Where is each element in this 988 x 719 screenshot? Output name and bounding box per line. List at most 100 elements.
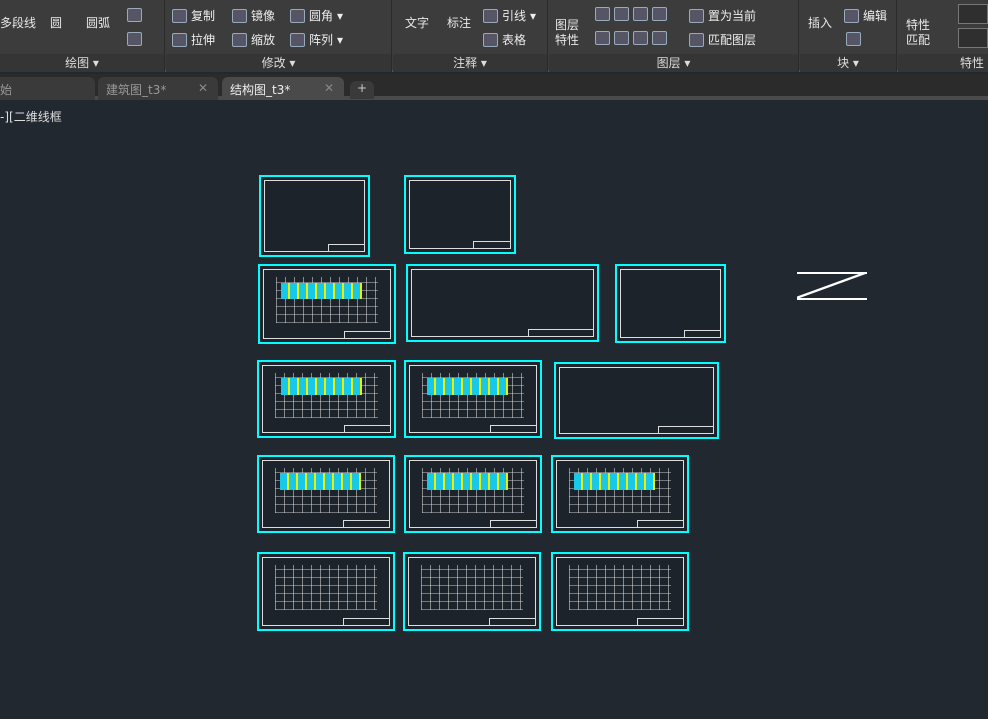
tab-structure[interactable]: 结构图_t3* ✕ (222, 77, 344, 100)
drawing-detail (797, 272, 867, 300)
annotation-panel-title[interactable]: 注释 ▾ (393, 54, 547, 72)
properties-panel-title[interactable]: 特性 (898, 54, 988, 72)
layers-panel: 图层 特性 置为当前 匹配图层 图层 ▾ (549, 0, 799, 72)
title-block (637, 520, 684, 528)
layer-off-icon[interactable] (595, 7, 610, 21)
title-block (344, 331, 391, 339)
title-block (343, 618, 390, 626)
close-icon[interactable]: ✕ (198, 81, 208, 95)
title-block (327, 244, 365, 252)
drawing-sheet[interactable] (404, 175, 516, 254)
table-button[interactable]: 表格 (483, 31, 526, 48)
text-button[interactable]: 文字 (405, 16, 429, 31)
layer-isolate-icon[interactable] (614, 7, 629, 21)
drawing-sheet[interactable] (551, 455, 689, 533)
match-properties-button[interactable]: 特性 匹配 (906, 18, 930, 48)
document-tabs: 始 建筑图_t3* ✕ 结构图_t3* ✕ + (0, 74, 988, 100)
stretch-icon (172, 32, 187, 47)
linetype-dropdown[interactable] (958, 28, 988, 48)
grid-plan (569, 565, 671, 611)
match-layer-button[interactable]: 匹配图层 (689, 31, 756, 48)
sheet-frame (411, 269, 594, 337)
draw-panel: 多段线 圆 圆弧 绘图 ▾ (0, 0, 165, 72)
mirror-icon (232, 8, 247, 23)
layer-current-icon (689, 8, 704, 23)
leader-icon (483, 8, 498, 23)
mirror-button[interactable]: 镜像 (232, 7, 275, 24)
drawing-sheet[interactable] (554, 362, 719, 439)
close-icon[interactable]: ✕ (324, 81, 334, 95)
block-panel-title[interactable]: 块 ▾ (800, 54, 896, 72)
drawing-sheet[interactable] (404, 455, 542, 533)
drawing-sheet[interactable] (258, 264, 396, 344)
dimension-button[interactable]: 标注 (447, 16, 471, 31)
title-block (490, 520, 537, 528)
array-button[interactable]: 阵列 ▾ (290, 31, 343, 48)
drawing-sheet[interactable] (259, 175, 370, 257)
layer-tools-row1 (595, 7, 667, 21)
sheet-frame (264, 180, 365, 252)
layer-tools-row2 (595, 31, 667, 45)
structural-members (280, 378, 362, 395)
title-block (527, 329, 594, 337)
layer-on-icon[interactable] (595, 31, 610, 45)
title-block (489, 618, 536, 626)
edit-block-button[interactable]: 编辑 (844, 7, 887, 24)
drawing-sheet[interactable] (404, 360, 542, 438)
title-block (343, 425, 391, 433)
lineweight-dropdown[interactable] (958, 4, 988, 24)
table-icon (483, 32, 498, 47)
drawing-sheet[interactable] (403, 552, 541, 631)
viewport-label[interactable]: -][二维线框 (0, 108, 62, 125)
grid-plan (421, 565, 523, 611)
arc-button[interactable]: 圆弧 (86, 16, 110, 31)
drawing-sheet[interactable] (257, 552, 395, 631)
polyline-button[interactable]: 多段线 (0, 16, 36, 31)
title-block (657, 426, 714, 434)
layer-properties-button[interactable]: 图层 特性 (555, 18, 579, 48)
match-layer-icon (689, 32, 704, 47)
properties-panel: 特性 匹配 特性 (898, 0, 988, 72)
stretch-button[interactable]: 拉伸 (172, 31, 215, 48)
drawing-sheet[interactable] (257, 360, 396, 438)
layer-lock-icon[interactable] (652, 7, 667, 21)
circle-button[interactable]: 圆 (50, 16, 62, 31)
fillet-button[interactable]: 圆角 ▾ (290, 7, 343, 24)
tab-start[interactable]: 始 (0, 77, 95, 100)
draw-panel-title[interactable]: 绘图 ▾ (0, 54, 164, 72)
structural-members (280, 473, 361, 490)
modify-panel: 复制 镜像 圆角 ▾ 拉伸 缩放 阵列 ▾ 修改 ▾ (166, 0, 392, 72)
block-attribute-icon[interactable] (846, 32, 861, 46)
leader-button[interactable]: 引线 ▾ (483, 7, 536, 24)
layer-freeze-icon[interactable] (633, 7, 648, 21)
sheet-frame (409, 180, 511, 249)
layer-unlock-icon[interactable] (652, 31, 667, 45)
structural-members (427, 473, 508, 490)
draw-tool-icon[interactable] (127, 8, 142, 22)
layer-unisolate-icon[interactable] (614, 31, 629, 45)
structural-members (427, 378, 508, 395)
drawing-sheet[interactable] (257, 455, 395, 533)
insert-button[interactable]: 插入 (808, 16, 832, 31)
block-panel: 插入 编辑 块 ▾ (800, 0, 897, 72)
sheet-frame (559, 367, 714, 434)
tab-architecture[interactable]: 建筑图_t3* ✕ (98, 77, 218, 100)
drawing-sheet[interactable] (615, 264, 726, 343)
layer-thaw-icon[interactable] (633, 31, 648, 45)
drawing-sheet[interactable] (406, 264, 599, 342)
layers-panel-title[interactable]: 图层 ▾ (549, 54, 798, 72)
scale-icon (232, 32, 247, 47)
annotation-panel: 文字 标注 引线 ▾ 表格 注释 ▾ (393, 0, 548, 72)
new-tab-button[interactable]: + (350, 81, 374, 99)
scale-button[interactable]: 缩放 (232, 31, 275, 48)
hatch-icon[interactable] (127, 32, 142, 46)
title-block (343, 520, 390, 528)
grid-plan (275, 565, 377, 611)
drawing-sheet[interactable] (551, 552, 689, 631)
ribbon: 多段线 圆 圆弧 绘图 ▾ 复制 镜像 圆角 ▾ 拉伸 缩放 阵列 ▾ 修改 ▾… (0, 0, 988, 72)
modify-panel-title[interactable]: 修改 ▾ (166, 54, 391, 72)
set-current-button[interactable]: 置为当前 (689, 7, 756, 24)
title-block (637, 618, 684, 626)
title-block (490, 425, 537, 433)
copy-button[interactable]: 复制 (172, 7, 215, 24)
